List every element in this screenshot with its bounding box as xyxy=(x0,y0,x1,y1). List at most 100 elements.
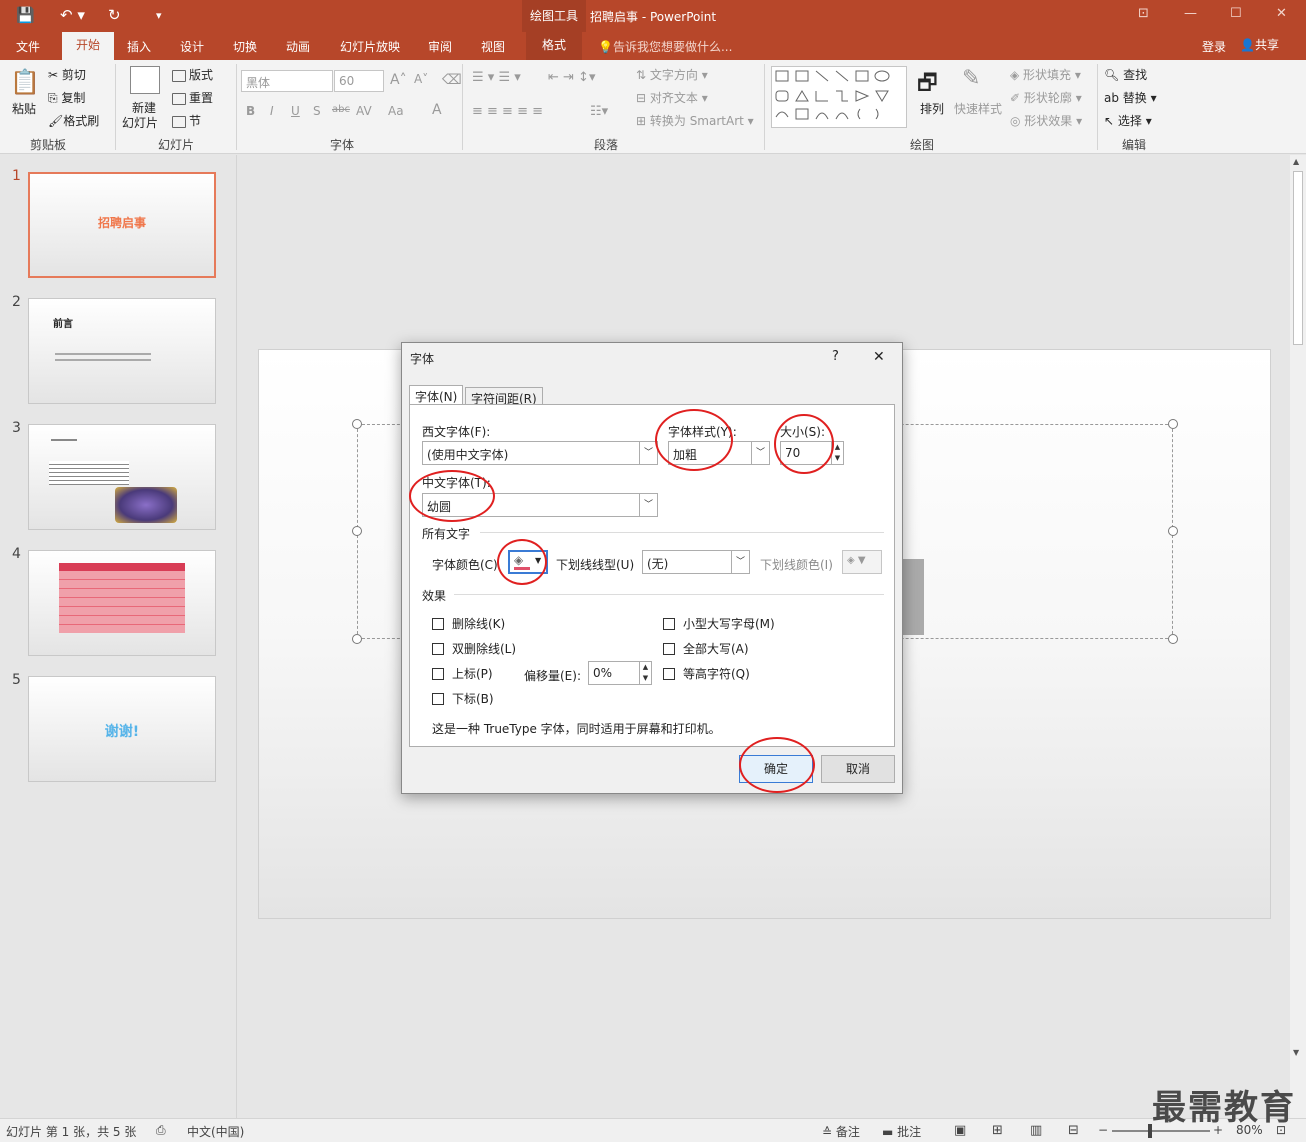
save-icon[interactable]: 💾 xyxy=(16,6,35,24)
text-direction-button[interactable]: ⇅ 文字方向 ▾ xyxy=(636,66,708,83)
comments-button[interactable]: ▬ 批注 xyxy=(882,1123,921,1140)
notes-button[interactable]: ≙ 备注 xyxy=(822,1123,860,1140)
all-caps-checkbox[interactable]: 全部大写(A) xyxy=(663,640,749,657)
offset-spinner[interactable]: 0% ▲ ▼ xyxy=(588,661,652,685)
quick-styles-button[interactable]: 快速样式 xyxy=(954,100,1002,117)
italic-button[interactable]: I xyxy=(270,104,274,118)
reset-button[interactable]: 重置 xyxy=(172,89,213,106)
cut-button[interactable]: ✂ 剪切 xyxy=(48,66,86,83)
tab-char-spacing[interactable]: 字符间距(R) xyxy=(465,387,543,406)
language-indicator[interactable]: 中文(中国) xyxy=(187,1123,244,1140)
strikethrough-button[interactable]: abc xyxy=(332,104,350,115)
tab-home[interactable]: 开始 xyxy=(62,32,114,60)
zoom-out-icon[interactable]: − xyxy=(1098,1123,1108,1137)
shadow-button[interactable]: S xyxy=(313,104,321,118)
reading-view-icon[interactable]: ▥ xyxy=(1030,1123,1042,1138)
change-case-button[interactable]: Aa xyxy=(388,104,404,118)
double-strike-checkbox[interactable]: 双删除线(L) xyxy=(432,640,516,657)
slide-sorter-icon[interactable]: ⊞ xyxy=(992,1123,1003,1138)
copy-button[interactable]: ⎘ 复制 xyxy=(48,89,85,106)
superscript-checkbox[interactable]: 上标(P) xyxy=(432,665,493,682)
shape-fill-button[interactable]: ◈ 形状填充 ▾ xyxy=(1010,66,1081,83)
close-button[interactable]: ✕ xyxy=(1276,6,1287,21)
slide-thumbnail-5[interactable]: 谢谢! xyxy=(28,676,216,782)
resize-handle[interactable] xyxy=(1168,526,1178,536)
login-link[interactable]: 登录 xyxy=(1202,38,1226,55)
resize-handle[interactable] xyxy=(352,526,362,536)
shape-effects-button[interactable]: ◎ 形状效果 ▾ xyxy=(1010,112,1082,129)
smartart-button[interactable]: ⊞ 转换为 SmartArt ▾ xyxy=(636,112,754,129)
find-button[interactable]: 🔍︎ 查找 xyxy=(1104,66,1147,83)
indent-icons[interactable]: ⇤ ⇥ ↕▾ xyxy=(548,70,595,85)
underline-color-picker[interactable]: ◈ ▼ xyxy=(842,550,882,574)
latin-font-select[interactable]: (使用中文字体) ﹀ xyxy=(422,441,658,465)
underline-button[interactable]: U xyxy=(291,104,300,118)
tab-view[interactable]: 视图 xyxy=(481,38,505,55)
resize-handle[interactable] xyxy=(1168,634,1178,644)
columns-icon[interactable]: ☷▾ xyxy=(590,104,608,119)
shrink-font-button[interactable]: A˅ xyxy=(414,72,428,86)
strikethrough-checkbox[interactable]: 删除线(K) xyxy=(432,615,505,632)
tab-transitions[interactable]: 切换 xyxy=(233,38,257,55)
slide-thumbnail-4[interactable] xyxy=(28,550,216,656)
format-painter-button[interactable]: 🖌格式刷 xyxy=(48,112,99,129)
font-color-button[interactable]: A xyxy=(432,102,442,118)
section-button[interactable]: 节 xyxy=(172,112,201,129)
font-name-combo[interactable]: 黑体 xyxy=(241,70,333,92)
tab-animations[interactable]: 动画 xyxy=(286,38,310,55)
share-button[interactable]: 👤共享 xyxy=(1240,36,1279,53)
paste-icon[interactable]: 📋 xyxy=(10,68,40,96)
layout-button[interactable]: 版式 xyxy=(172,66,213,83)
subscript-checkbox[interactable]: 下标(B) xyxy=(432,690,494,707)
grow-font-button[interactable]: A˄ xyxy=(390,72,407,88)
align-text-button[interactable]: ⊟ 对齐文本 ▾ xyxy=(636,89,708,106)
arrange-icon[interactable]: 🗗 xyxy=(917,66,938,104)
scroll-up-icon[interactable]: ▲ xyxy=(1293,157,1299,166)
vertical-scrollbar[interactable]: ▲ ▼ xyxy=(1290,155,1306,1118)
maximize-button[interactable]: ☐ xyxy=(1230,6,1242,21)
dialog-close-button[interactable]: ✕ xyxy=(873,349,885,365)
select-button[interactable]: ↖ 选择 ▾ xyxy=(1104,112,1152,129)
shape-outline-button[interactable]: ✐ 形状轮廓 ▾ xyxy=(1010,89,1082,106)
clear-formatting-icon[interactable]: ⌫ xyxy=(442,72,462,88)
spellcheck-icon[interactable]: ⎙ xyxy=(156,1123,166,1138)
slideshow-view-icon[interactable]: ⊟ xyxy=(1068,1123,1079,1138)
scrollbar-thumb[interactable] xyxy=(1293,171,1303,345)
resize-handle[interactable] xyxy=(352,634,362,644)
minimize-button[interactable]: — xyxy=(1184,6,1197,21)
bullets-icon[interactable]: ☰ ▾ ☰ ▾ xyxy=(472,70,521,85)
scroll-down-icon[interactable]: ▼ xyxy=(1293,1048,1299,1057)
tab-file[interactable]: 文件 xyxy=(16,38,40,55)
spinner-arrows-icon[interactable]: ▲ ▼ xyxy=(639,662,651,684)
zoom-slider[interactable] xyxy=(1112,1130,1210,1132)
resize-handle[interactable] xyxy=(1168,419,1178,429)
cancel-button[interactable]: 取消 xyxy=(821,755,895,783)
new-slide-button-line2[interactable]: 幻灯片 xyxy=(122,114,158,131)
align-icons[interactable]: ≡ ≡ ≡ ≡ ≡ xyxy=(472,104,543,119)
font-size-combo[interactable]: 60 xyxy=(334,70,384,92)
small-caps-checkbox[interactable]: 小型大写字母(M) xyxy=(663,615,775,632)
tab-format[interactable]: 格式 xyxy=(526,32,582,60)
slide-thumbnail-2[interactable]: 前言 xyxy=(28,298,216,404)
ribbon-display-icon[interactable]: ⊡ xyxy=(1138,6,1149,21)
tab-design[interactable]: 设计 xyxy=(180,38,204,55)
equalize-height-checkbox[interactable]: 等高字符(Q) xyxy=(663,665,750,682)
paste-button[interactable]: 粘贴 xyxy=(12,100,36,117)
tab-font[interactable]: 字体(N) xyxy=(409,385,464,406)
underline-style-select[interactable]: (无) ﹀ xyxy=(642,550,750,574)
resize-handle[interactable] xyxy=(352,419,362,429)
tab-slideshow[interactable]: 幻灯片放映 xyxy=(340,38,400,55)
slide-thumbnail-3[interactable] xyxy=(28,424,216,530)
arrange-button[interactable]: 排列 xyxy=(920,100,944,117)
shapes-gallery[interactable] xyxy=(771,66,907,128)
tab-review[interactable]: 审阅 xyxy=(428,38,452,55)
normal-view-icon[interactable]: ▣ xyxy=(954,1123,966,1138)
char-spacing-button[interactable]: AV xyxy=(356,104,372,118)
bold-button[interactable]: B xyxy=(246,104,255,118)
quick-styles-icon[interactable]: ✎ xyxy=(962,66,980,91)
replace-button[interactable]: ab 替换 ▾ xyxy=(1104,89,1157,106)
slide-thumbnail-1[interactable]: 招聘启事 xyxy=(28,172,216,278)
customize-qat-icon[interactable]: ▾ xyxy=(156,9,162,22)
tab-insert[interactable]: 插入 xyxy=(127,38,151,55)
undo-icon[interactable]: ↶ ▾ xyxy=(60,6,85,24)
